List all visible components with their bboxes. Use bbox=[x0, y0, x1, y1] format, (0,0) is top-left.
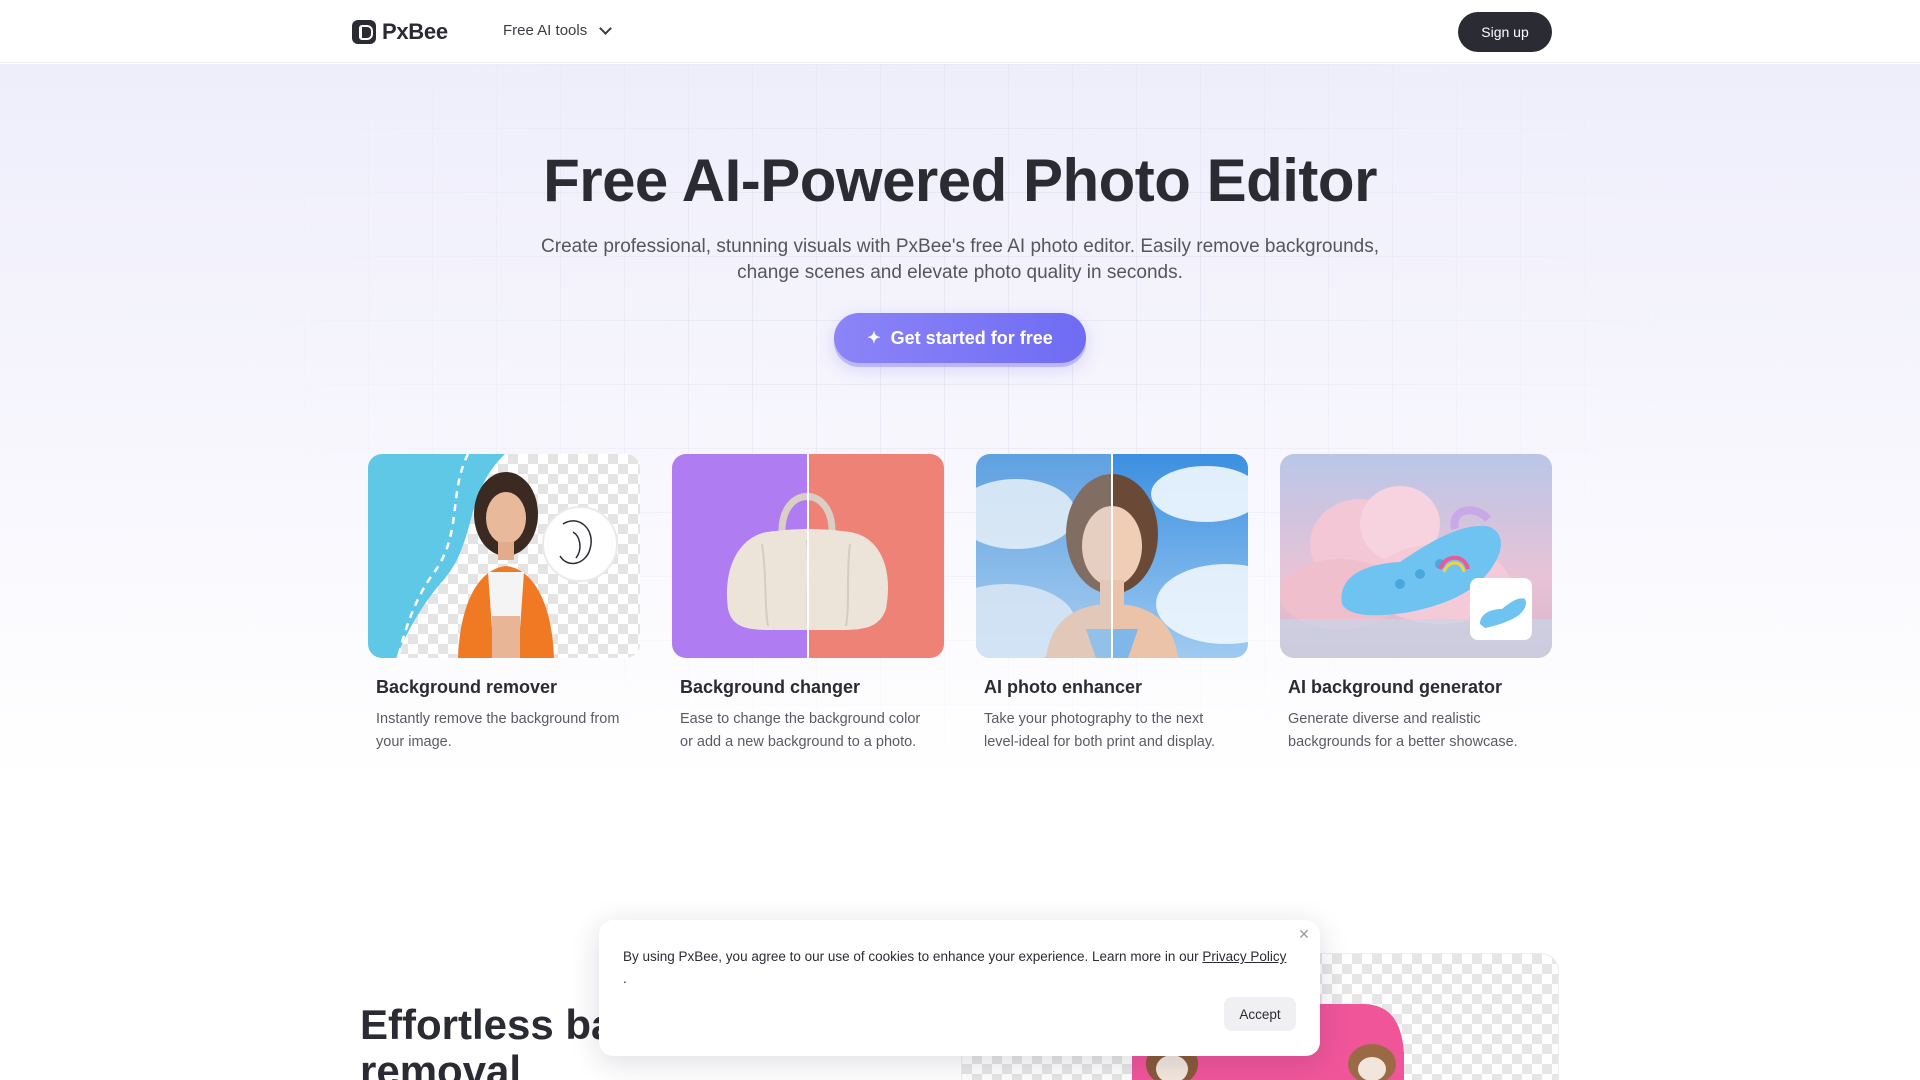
tool-card-background-remover[interactable]: Background remover Instantly remove the … bbox=[368, 454, 640, 754]
tool-card-background-changer[interactable]: Background changer Ease to change the ba… bbox=[672, 454, 944, 754]
accept-cookies-button[interactable]: Accept bbox=[1224, 997, 1296, 1031]
privacy-policy-link[interactable]: Privacy Policy bbox=[1202, 949, 1286, 964]
chevron-down-icon bbox=[599, 21, 613, 35]
card-title: AI photo enhancer bbox=[984, 677, 1143, 697]
cookie-consent-banner: ✕ By using PxBee, you agree to our use o… bbox=[599, 920, 1320, 1056]
cookie-period: . bbox=[623, 971, 627, 986]
card-title: AI background generator bbox=[1288, 677, 1503, 697]
card-description: Instantly remove the background from you… bbox=[376, 711, 620, 750]
card-description: Ease to change the background color or a… bbox=[680, 711, 921, 750]
get-started-label: Get started for free bbox=[890, 327, 1053, 348]
background-remover-image bbox=[368, 454, 640, 658]
sign-up-button[interactable]: Sign up bbox=[1458, 12, 1552, 52]
nav-free-ai-tools-label: Free AI tools bbox=[503, 22, 588, 39]
sparkle-icon: ✦ bbox=[867, 330, 881, 347]
tool-card-ai-background-generator[interactable]: AI background generator Generate diverse… bbox=[1280, 454, 1552, 754]
brand-logo[interactable]: PxBee bbox=[352, 19, 448, 45]
cookie-text: By using PxBee, you agree to our use of … bbox=[623, 949, 1199, 964]
ai-background-generator-image bbox=[1280, 454, 1552, 658]
ai-photo-enhancer-image bbox=[976, 454, 1248, 658]
hero-subtitle: Create professional, stunning visuals wi… bbox=[541, 236, 1379, 283]
background-changer-image bbox=[672, 454, 944, 658]
card-description: Take your photography to the next level-… bbox=[984, 711, 1216, 750]
cookie-message: By using PxBee, you agree to our use of … bbox=[623, 946, 1303, 990]
nav-free-ai-tools[interactable]: Free AI tools bbox=[503, 21, 613, 39]
card-title: Background remover bbox=[376, 677, 558, 697]
site-header: PxBee Free AI tools Sign up bbox=[0, 0, 1920, 63]
get-started-button[interactable]: ✦ Get started for free bbox=[834, 313, 1086, 363]
card-title: Background changer bbox=[680, 677, 861, 697]
page-title: Free AI-Powered Photo Editor bbox=[543, 147, 1377, 214]
close-icon[interactable]: ✕ bbox=[1296, 926, 1312, 942]
tool-card-ai-photo-enhancer[interactable]: AI photo enhancer Take your photography … bbox=[976, 454, 1248, 754]
card-description: Generate diverse and realistic backgroun… bbox=[1288, 711, 1518, 750]
brand-name: PxBee bbox=[382, 19, 448, 44]
pxbee-logo-icon bbox=[352, 20, 376, 44]
